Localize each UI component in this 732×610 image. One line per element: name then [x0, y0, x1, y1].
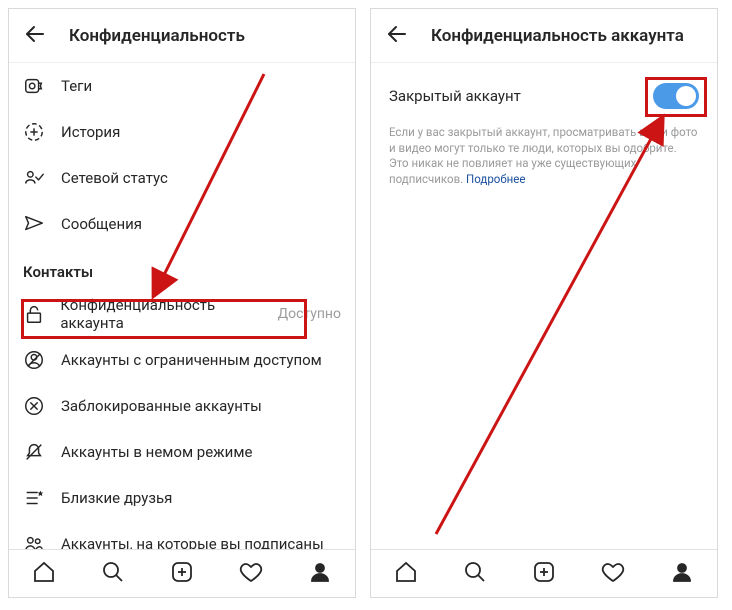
row-tags[interactable]: Теги [9, 63, 355, 109]
settings-list: Закрытый аккаунт Если у вас закрытый акк… [371, 63, 717, 549]
row-label: Аккаунты в немом режиме [61, 443, 252, 461]
tag-icon [23, 75, 49, 97]
row-account-privacy[interactable]: Конфиденциальность аккаунта Доступно [9, 291, 355, 337]
nav-search-icon[interactable] [463, 560, 487, 588]
nav-search-icon[interactable] [101, 560, 125, 588]
header: Конфиденциальность [9, 9, 355, 63]
story-icon [23, 121, 49, 143]
row-following[interactable]: Аккаунты, на которые вы подписаны [9, 521, 355, 549]
row-label: Сообщения [61, 215, 142, 233]
bottom-nav [9, 549, 355, 597]
row-label: Аккаунты, на которые вы подписаны [61, 535, 324, 549]
settings-list: Теги История Сетевой статус Сообщения Ко… [9, 63, 355, 549]
page-title: Конфиденциальность аккаунта [431, 26, 684, 46]
row-label: Конфиденциальность аккаунта [60, 296, 276, 332]
muted-icon [23, 441, 49, 463]
help-text: Если у вас закрытый аккаунт, просматрива… [371, 117, 717, 187]
lock-icon [23, 303, 48, 325]
help-body: Если у вас закрытый аккаунт, просматрива… [389, 125, 697, 186]
page-title: Конфиденциальность [69, 26, 245, 46]
row-muted[interactable]: Аккаунты в немом режиме [9, 429, 355, 475]
activity-icon [23, 167, 49, 189]
toggle-label: Закрытый аккаунт [389, 87, 521, 105]
close-friends-icon [23, 487, 49, 509]
nav-profile-icon[interactable] [670, 560, 694, 588]
row-close-friends[interactable]: Близкие друзья [9, 475, 355, 521]
blocked-icon [23, 395, 49, 417]
nav-activity-icon[interactable] [601, 560, 625, 588]
row-label: Заблокированные аккаунты [61, 397, 262, 415]
row-activity-status[interactable]: Сетевой статус [9, 155, 355, 201]
private-account-toggle[interactable] [653, 83, 699, 109]
row-label: Близкие друзья [61, 489, 172, 507]
section-title-contacts: Контакты [9, 247, 355, 291]
nav-home-icon[interactable] [32, 560, 56, 588]
row-suffix: Доступно [278, 306, 341, 322]
row-label: Теги [61, 77, 92, 95]
restricted-icon [23, 349, 49, 371]
nav-activity-icon[interactable] [239, 560, 263, 588]
header: Конфиденциальность аккаунта [371, 9, 717, 63]
right-screen: Конфиденциальность аккаунта Закрытый акк… [370, 8, 718, 598]
row-label: Аккаунты с ограниченным доступом [61, 351, 322, 369]
nav-new-post-icon[interactable] [170, 560, 194, 588]
left-screen: Конфиденциальность Теги История Сетевой … [8, 8, 356, 598]
nav-new-post-icon[interactable] [532, 560, 556, 588]
back-arrow-icon[interactable] [23, 22, 47, 50]
bottom-nav [371, 549, 717, 597]
row-label: История [61, 123, 120, 141]
row-messages[interactable]: Сообщения [9, 201, 355, 247]
row-label: Сетевой статус [61, 169, 168, 187]
messages-icon [23, 213, 49, 235]
learn-more-link[interactable]: Подробнее [466, 172, 525, 186]
back-arrow-icon[interactable] [385, 22, 409, 50]
following-icon [23, 533, 49, 549]
row-restricted[interactable]: Аккаунты с ограниченным доступом [9, 337, 355, 383]
row-private-account: Закрытый аккаунт [371, 63, 717, 117]
nav-profile-icon[interactable] [308, 560, 332, 588]
row-blocked[interactable]: Заблокированные аккаунты [9, 383, 355, 429]
nav-home-icon[interactable] [394, 560, 418, 588]
row-story[interactable]: История [9, 109, 355, 155]
